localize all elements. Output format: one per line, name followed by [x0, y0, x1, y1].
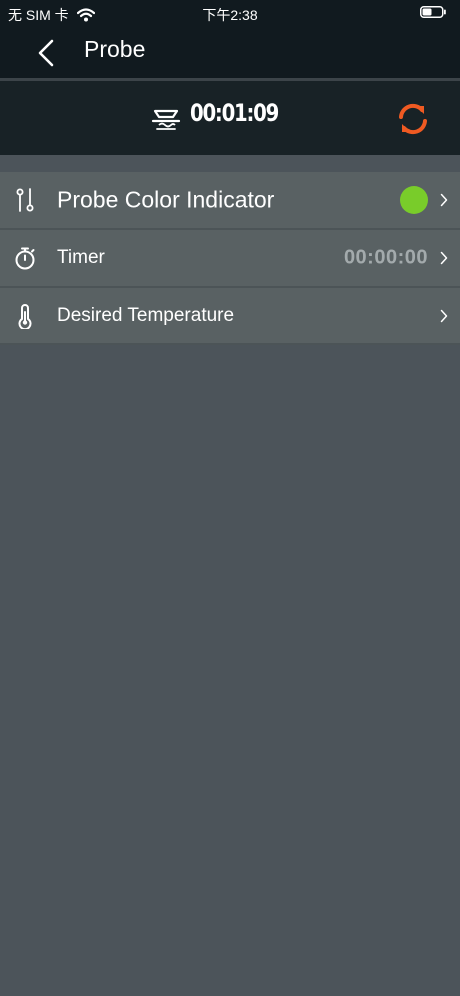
chevron-right-icon	[440, 193, 448, 207]
timer-row[interactable]: Timer 00:00:00	[0, 230, 460, 288]
row-label: Desired Temperature	[57, 304, 235, 326]
row-label: Probe Color Indicator	[57, 186, 275, 213]
probe-grill-icon	[151, 109, 181, 130]
status-bar: 无 SIM 卡 下午2:38	[0, 0, 460, 26]
page-title: Probe	[84, 36, 146, 62]
probe-icon	[16, 188, 34, 212]
back-chevron-icon[interactable]	[34, 38, 58, 68]
probe-color-dot	[400, 186, 428, 214]
settings-list: Probe Color Indicator Timer 00:00:00 Des…	[0, 172, 460, 345]
timer-value: 00:00:00	[343, 246, 428, 269]
battery-icon	[420, 6, 446, 18]
stopwatch-icon	[15, 247, 35, 270]
chevron-right-icon	[440, 251, 448, 265]
desired-temperature-row[interactable]: Desired Temperature	[0, 288, 460, 345]
elapsed-timer-bar: 00:01:09	[0, 81, 460, 155]
probe-color-indicator-row[interactable]: Probe Color Indicator	[0, 172, 460, 230]
top-header: 无 SIM 卡 下午2:38 Probe	[0, 0, 460, 78]
row-label: Timer	[57, 247, 105, 268]
sync-icon[interactable]	[396, 100, 430, 138]
nav-bar: Probe	[0, 26, 460, 78]
status-time: 下午2:38	[202, 7, 258, 23]
section-gap	[0, 155, 460, 172]
thermometer-icon	[18, 303, 32, 329]
chevron-right-icon	[440, 309, 448, 322]
elapsed-time: 00:01:09	[190, 99, 279, 127]
